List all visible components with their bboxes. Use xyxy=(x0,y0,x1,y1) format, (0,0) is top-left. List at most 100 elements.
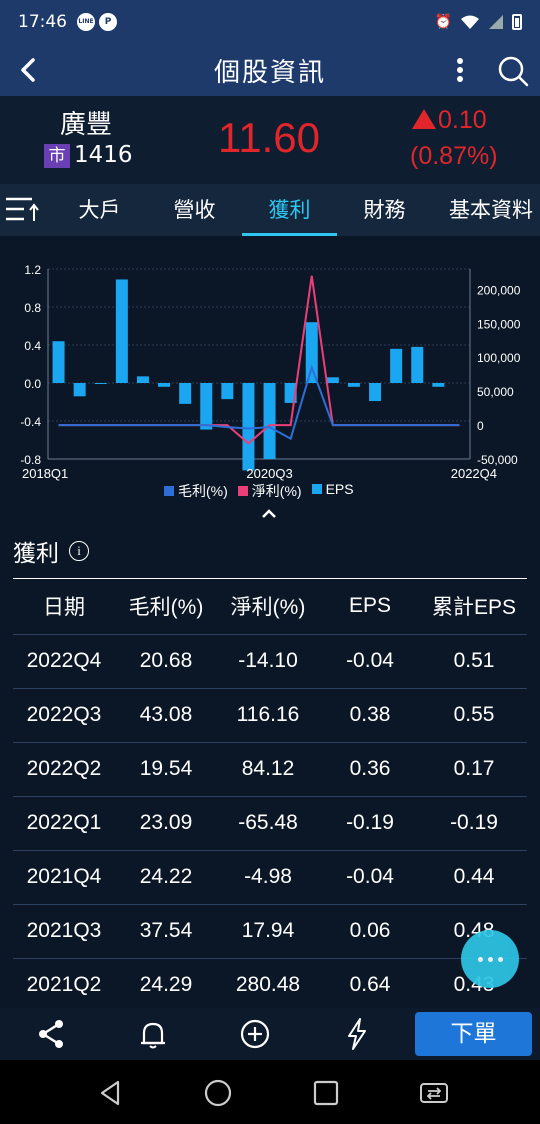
table-row[interactable]: 2022Q2 19.54 84.12 0.36 0.17 xyxy=(13,741,527,796)
x-tick-label: 2022Q4 xyxy=(451,466,497,481)
info-icon[interactable]: i xyxy=(69,541,89,561)
place-order-button[interactable]: 下單 xyxy=(415,1012,532,1056)
legend-gross-margin: 毛利(%) xyxy=(164,481,228,501)
tab-profit[interactable]: 獲利 xyxy=(242,184,337,236)
collapse-chevron-icon[interactable] xyxy=(260,508,278,520)
alarm-icon: ⏰ xyxy=(434,14,452,30)
y-tick-label-left: 1.2 xyxy=(24,263,41,277)
table-row[interactable]: 2021Q3 37.54 17.94 0.06 0.48 xyxy=(13,903,527,958)
eps-bar xyxy=(305,322,318,383)
y-tick-label-left: 0.8 xyxy=(24,301,41,315)
section-title: 獲利 xyxy=(13,541,59,567)
nav-recents-icon[interactable] xyxy=(309,1076,343,1110)
cell-eps: 0.06 xyxy=(319,903,421,958)
tab-revenue[interactable]: 營收 xyxy=(147,184,242,236)
y-tick-label-left: -0.8 xyxy=(20,453,41,467)
x-tick-label: 2020Q3 xyxy=(246,466,292,481)
cell-date: 2021Q4 xyxy=(13,849,115,904)
cell-eps: -0.19 xyxy=(319,795,421,850)
page-title: 個股資訊 xyxy=(213,57,326,88)
cell-eps: 0.38 xyxy=(319,687,421,742)
eps-bar xyxy=(369,383,382,402)
cell-date: 2022Q3 xyxy=(13,687,115,742)
cell-eps: -0.04 xyxy=(319,633,421,688)
cell-cumulative-eps: -0.19 xyxy=(421,795,527,850)
eps-bar xyxy=(221,383,234,400)
cell-net-margin: -14.10 xyxy=(217,633,319,688)
price-change: 0.10 xyxy=(412,106,487,135)
eps-bar xyxy=(326,377,339,383)
eps-bar xyxy=(347,383,360,387)
y-tick-label-right: 150,000 xyxy=(477,317,521,331)
y-tick-label-left: 0.4 xyxy=(24,339,41,353)
back-arrow-icon[interactable] xyxy=(14,52,44,88)
section-header: 獲利 i xyxy=(13,534,89,568)
add-circle-icon[interactable] xyxy=(237,1016,273,1052)
status-bar: 17:46 LINE P ⏰ xyxy=(0,0,540,44)
table-row[interactable]: 2022Q3 43.08 116.16 0.38 0.55 xyxy=(13,687,527,742)
eps-bar xyxy=(242,383,255,471)
chart-legend: 毛利(%) 淨利(%) EPS xyxy=(164,481,354,501)
nav-home-icon[interactable] xyxy=(201,1076,235,1110)
status-icons: ⏰ xyxy=(435,14,522,30)
cell-date: 2021Q2 xyxy=(13,957,115,1008)
cell-gross-margin: 20.68 xyxy=(115,633,217,688)
table-row[interactable]: 2022Q4 20.68 -14.10 -0.04 0.51 xyxy=(13,633,527,688)
system-nav-bar xyxy=(0,1060,540,1124)
price-change-percent: (0.87%) xyxy=(410,142,498,170)
cell-date: 2022Q2 xyxy=(13,741,115,796)
tab-bar: 大戶 營收 獲利 財務 基本資料 xyxy=(0,184,540,236)
more-actions-fab[interactable] xyxy=(461,930,519,988)
app-bar: 個股資訊 xyxy=(0,44,540,96)
eps-bar xyxy=(179,383,192,404)
tab-basic-info[interactable]: 基本資料 xyxy=(432,184,540,236)
eps-bar xyxy=(263,383,276,459)
nav-back-icon[interactable] xyxy=(94,1076,128,1110)
col-header-gross-margin: 毛利(%) xyxy=(128,596,204,620)
stock-quote-header: 廣豐 市 1416 11.60 0.10 (0.87%) xyxy=(0,96,540,184)
stock-name: 廣豐 xyxy=(60,110,113,140)
eps-bar xyxy=(136,376,149,383)
cell-cumulative-eps: 0.17 xyxy=(421,741,527,796)
tab-financials[interactable]: 財務 xyxy=(337,184,432,236)
profit-chart: 1.2 0.8 0.4 0.0 -0.4 -0.8 200,000 150,000 100,00… xyxy=(20,263,521,481)
profit-table[interactable]: 日期 毛利(%) 淨利(%) EPS 累計EPS 2022Q4 20.68 -14.… xyxy=(13,578,527,1008)
stock-code: 1416 xyxy=(74,142,133,168)
battery-icon xyxy=(512,14,522,30)
legend-swatch-gross xyxy=(164,486,174,496)
tab-major-holders[interactable]: 大戶 xyxy=(52,184,147,236)
table-header-row: 日期 毛利(%) 淨利(%) EPS 累計EPS xyxy=(13,579,527,634)
more-options-icon[interactable] xyxy=(448,54,472,86)
nav-switch-app-icon[interactable] xyxy=(417,1076,451,1110)
cell-eps: -0.04 xyxy=(319,849,421,904)
up-triangle-icon xyxy=(412,109,436,129)
y-tick-label-right: 100,000 xyxy=(477,351,521,365)
table-row[interactable]: 2021Q2 24.29 280.48 0.64 0.43 xyxy=(13,957,527,1008)
y-tick-label-right: 0 xyxy=(477,419,484,433)
search-icon[interactable] xyxy=(496,54,530,88)
y-tick-label-left: -0.4 xyxy=(20,415,41,429)
bottom-toolbar: 下單 xyxy=(0,1008,540,1060)
col-header-cumulative-eps: 累計EPS xyxy=(431,596,517,620)
legend-swatch-net xyxy=(237,486,248,496)
share-icon[interactable] xyxy=(33,1016,69,1052)
eps-bar xyxy=(94,383,107,384)
eps-bar xyxy=(52,341,65,383)
lightning-icon[interactable] xyxy=(339,1016,375,1052)
cell-eps: 0.36 xyxy=(319,741,421,796)
status-time: 17:46 xyxy=(18,12,67,32)
cell-net-margin: 280.48 xyxy=(217,957,319,1008)
legend-net-margin: 淨利(%) xyxy=(237,481,302,501)
cell-gross-margin: 37.54 xyxy=(115,903,217,958)
sort-menu-icon[interactable] xyxy=(4,196,40,224)
cell-gross-margin: 19.54 xyxy=(115,741,217,796)
wifi-icon xyxy=(461,15,479,29)
bell-icon[interactable] xyxy=(135,1016,171,1052)
table-row[interactable]: 2022Q1 23.09 -65.48 -0.19 -0.19 xyxy=(13,795,527,850)
col-header-net-margin: 淨利(%) xyxy=(230,596,306,620)
eps-bar xyxy=(432,383,445,387)
eps-bar xyxy=(115,279,128,383)
market-badge: 市 xyxy=(44,144,70,168)
col-header-date: 日期 xyxy=(43,596,85,620)
table-row[interactable]: 2021Q4 24.22 -4.98 -0.04 0.44 xyxy=(13,849,527,904)
